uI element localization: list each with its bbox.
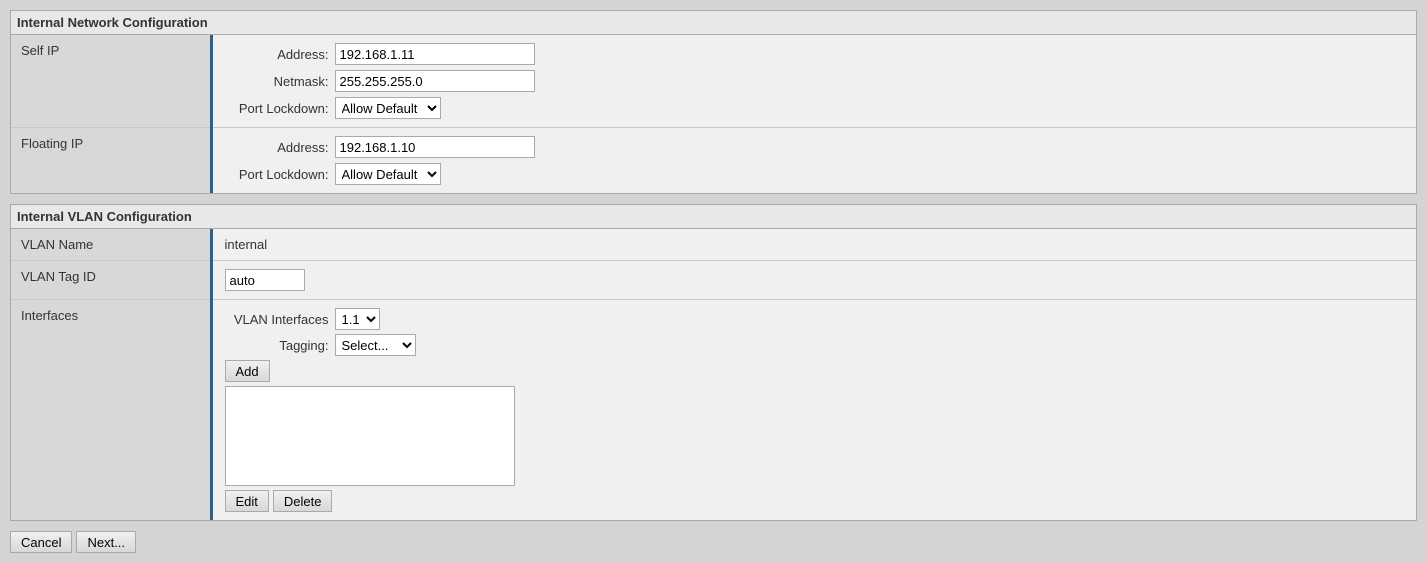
add-button[interactable]: Add: [225, 360, 270, 382]
vlan-tag-content: [211, 261, 1416, 300]
internal-vlan-table: VLAN Name internal VLAN Tag ID Interface…: [11, 229, 1416, 520]
interfaces-row: Interfaces VLAN Interfaces 1.1 1.2 1.3 T…: [11, 300, 1416, 521]
floating-ip-port-lockdown-row: Port Lockdown: Allow Default Allow All A…: [225, 163, 1405, 185]
tagging-row: Tagging: Select... tagged untagged: [225, 334, 1405, 356]
floating-ip-label: Floating IP: [11, 128, 211, 194]
floating-ip-address-row: Address:: [225, 136, 1405, 158]
floating-ip-address-label: Address:: [225, 140, 335, 155]
self-ip-netmask-row: Netmask:: [225, 70, 1405, 92]
internal-network-section: Internal Network Configuration Self IP A…: [10, 10, 1417, 194]
cancel-button[interactable]: Cancel: [10, 531, 72, 553]
internal-vlan-title: Internal VLAN Configuration: [11, 205, 1416, 229]
floating-ip-port-lockdown-select[interactable]: Allow Default Allow All Allow None Allow…: [335, 163, 441, 185]
internal-network-table: Self IP Address: Netmask: Port Lockdown:…: [11, 35, 1416, 193]
self-ip-row: Self IP Address: Netmask: Port Lockdown:…: [11, 35, 1416, 128]
vlan-name-label: VLAN Name: [11, 229, 211, 261]
edit-button[interactable]: Edit: [225, 490, 269, 512]
interfaces-label: Interfaces: [11, 300, 211, 521]
self-ip-address-label: Address:: [225, 47, 335, 62]
self-ip-port-lockdown-label: Port Lockdown:: [225, 101, 335, 116]
interfaces-content: VLAN Interfaces 1.1 1.2 1.3 Tagging: Sel…: [211, 300, 1416, 521]
edit-delete-row: Edit Delete: [225, 490, 1405, 512]
self-ip-port-lockdown-row: Port Lockdown: Allow Default Allow All A…: [225, 97, 1405, 119]
vlan-name-value: internal: [211, 229, 1416, 261]
add-button-row: Add: [225, 360, 1405, 382]
tagging-select[interactable]: Select... tagged untagged: [335, 334, 416, 356]
floating-ip-row: Floating IP Address: Port Lockdown: Allo…: [11, 128, 1416, 194]
tagging-label: Tagging:: [225, 338, 335, 353]
self-ip-netmask-input[interactable]: [335, 70, 535, 92]
self-ip-address-input[interactable]: [335, 43, 535, 65]
vlan-interfaces-select[interactable]: 1.1 1.2 1.3: [335, 308, 380, 330]
floating-ip-address-input[interactable]: [335, 136, 535, 158]
self-ip-content: Address: Netmask: Port Lockdown: Allow D…: [211, 35, 1416, 128]
footer-buttons: Cancel Next...: [10, 531, 1417, 553]
floating-ip-content: Address: Port Lockdown: Allow Default Al…: [211, 128, 1416, 194]
vlan-interfaces-label: VLAN Interfaces: [225, 312, 335, 327]
delete-button[interactable]: Delete: [273, 490, 333, 512]
self-ip-netmask-label: Netmask:: [225, 74, 335, 89]
self-ip-address-row: Address:: [225, 43, 1405, 65]
self-ip-label: Self IP: [11, 35, 211, 128]
floating-ip-port-lockdown-label: Port Lockdown:: [225, 167, 335, 182]
vlan-name-row: VLAN Name internal: [11, 229, 1416, 261]
vlan-interfaces-row: VLAN Interfaces 1.1 1.2 1.3: [225, 308, 1405, 330]
self-ip-port-lockdown-select[interactable]: Allow Default Allow All Allow None Allow…: [335, 97, 441, 119]
next-button[interactable]: Next...: [76, 531, 136, 553]
interfaces-list[interactable]: [225, 386, 515, 486]
internal-network-title: Internal Network Configuration: [11, 11, 1416, 35]
internal-vlan-section: Internal VLAN Configuration VLAN Name in…: [10, 204, 1417, 521]
vlan-tag-label: VLAN Tag ID: [11, 261, 211, 300]
vlan-tag-input[interactable]: [225, 269, 305, 291]
vlan-tag-row: VLAN Tag ID: [11, 261, 1416, 300]
